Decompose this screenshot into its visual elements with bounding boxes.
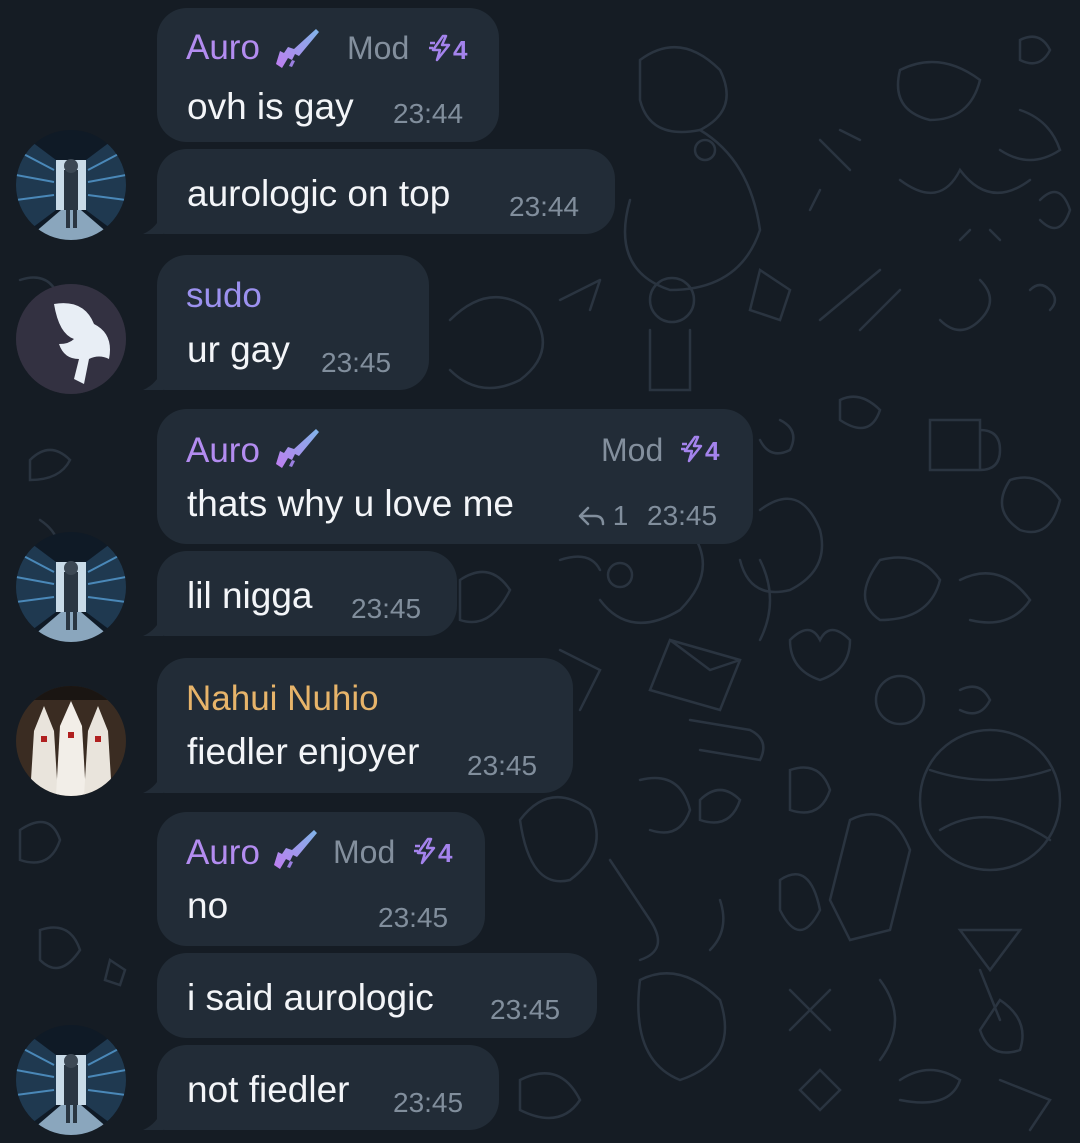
message-bubble[interactable]: i said aurologic 23:45 xyxy=(157,953,597,1038)
message-time: 23:45 xyxy=(467,750,538,781)
message-time: 23:45 xyxy=(490,994,561,1025)
mod-badge: Mod xyxy=(601,432,664,468)
message-bubble[interactable]: lil nigga 23:45 xyxy=(143,551,457,636)
message-text: aurologic on top xyxy=(187,173,451,214)
message-time: 23:44 xyxy=(393,98,464,129)
boost-bolt-icon xyxy=(429,34,451,62)
avatar-auro[interactable] xyxy=(16,1025,126,1135)
avatar-image xyxy=(16,284,126,394)
boost-count: 4 xyxy=(705,436,720,466)
reply-arrow-icon xyxy=(578,506,605,526)
avatar-image xyxy=(16,686,126,796)
message-time: 23:45 xyxy=(393,1087,464,1118)
message-text: not fiedler xyxy=(187,1069,350,1110)
avatar-image xyxy=(16,1025,126,1135)
message-time: 23:45 xyxy=(647,500,718,531)
rifle-emoji-icon xyxy=(276,29,319,68)
avatar-nahui[interactable] xyxy=(16,686,126,796)
bubble-tail xyxy=(143,771,163,793)
sender-name[interactable]: Auro xyxy=(186,431,260,471)
message-bubble[interactable]: aurologic on top 23:44 xyxy=(143,149,615,234)
sender-name[interactable]: Auro xyxy=(186,28,260,68)
message-text: ur gay xyxy=(187,329,290,370)
bubble-tail xyxy=(143,1108,163,1130)
boost-badge: 4 xyxy=(412,837,452,869)
boost-bolt-icon xyxy=(681,435,703,463)
mod-badge: Mod xyxy=(333,834,396,870)
rifle-emoji-icon xyxy=(274,830,317,869)
message-text: i said aurologic xyxy=(187,977,434,1018)
bubble-tail xyxy=(143,614,163,636)
avatar-image xyxy=(16,532,126,642)
reply-count-value: 1 xyxy=(612,500,629,531)
boost-bolt-icon xyxy=(414,837,436,865)
bubble-tail xyxy=(143,368,163,390)
sender-name[interactable]: sudo xyxy=(186,276,262,316)
message-bubble[interactable]: not fiedler 23:45 xyxy=(143,1045,499,1130)
bubble-tail xyxy=(143,212,163,234)
avatar-auro[interactable] xyxy=(16,130,126,240)
message-bubble[interactable]: sudo ur gay 23:45 xyxy=(143,255,429,390)
message-bubble[interactable]: Auro Mod 4 no 23:45 xyxy=(157,812,485,946)
message-text: thats why u love me xyxy=(187,483,514,524)
reply-count[interactable]: 1 xyxy=(577,500,628,532)
mod-badge: Mod xyxy=(347,30,410,66)
message-text: ovh is gay xyxy=(187,86,354,127)
sender-name[interactable]: Nahui Nuhio xyxy=(186,679,379,719)
avatar-sudo[interactable] xyxy=(16,284,126,394)
avatar-auro[interactable] xyxy=(16,532,126,642)
message-time: 23:45 xyxy=(351,593,422,624)
message-text: lil nigga xyxy=(187,575,313,616)
avatar-image xyxy=(16,130,126,240)
message-bubble[interactable]: Nahui Nuhio fiedler enjoyer 23:45 xyxy=(143,658,573,793)
boost-count: 4 xyxy=(438,838,453,868)
rifle-emoji-icon xyxy=(276,429,319,468)
message-time: 23:45 xyxy=(378,902,449,933)
message-bubble[interactable]: Auro Mod 4 thats why u love me 1 23:45 xyxy=(157,409,753,544)
message-text: no xyxy=(187,885,229,926)
boost-badge: 4 xyxy=(427,34,467,66)
message-time: 23:45 xyxy=(321,347,392,378)
message-bubble[interactable]: Auro Mod 4 ovh is gay 23:44 xyxy=(157,8,499,142)
message-text: fiedler enjoyer xyxy=(187,731,420,772)
message-time: 23:44 xyxy=(509,191,580,222)
sender-name[interactable]: Auro xyxy=(186,833,260,873)
boost-badge: 4 xyxy=(679,435,719,467)
boost-count: 4 xyxy=(453,35,468,65)
